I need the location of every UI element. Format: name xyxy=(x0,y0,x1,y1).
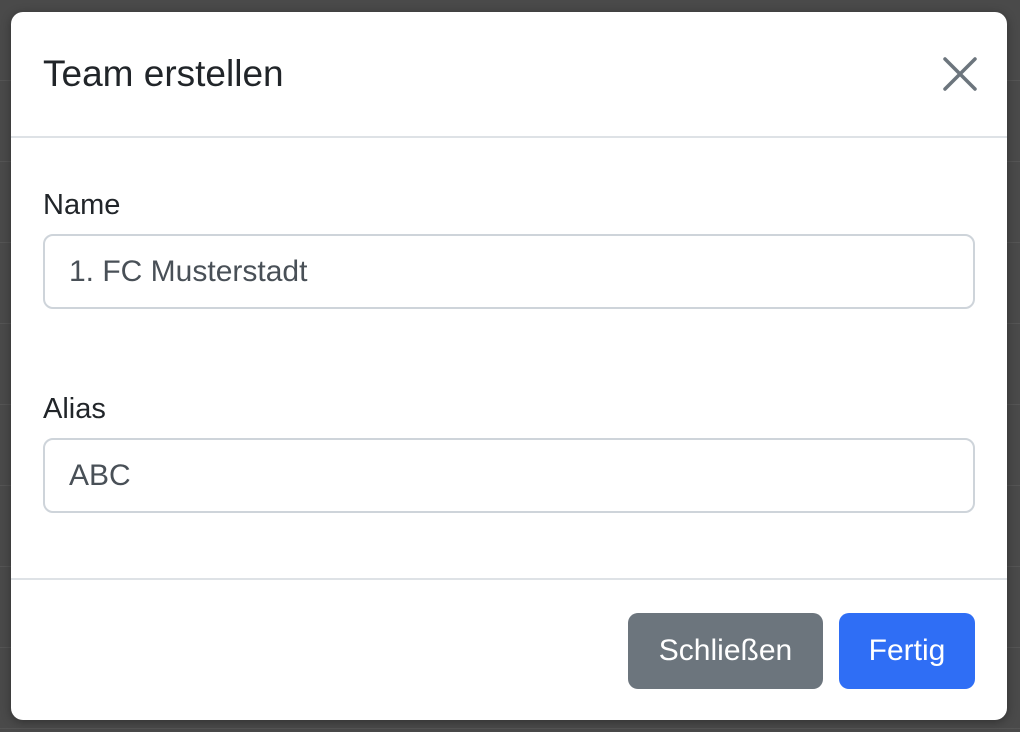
close-dialog-button[interactable]: Schließen xyxy=(628,613,823,689)
alias-input[interactable] xyxy=(43,438,975,513)
dialog-header: Team erstellen xyxy=(11,12,1007,138)
close-icon xyxy=(941,55,979,93)
name-input[interactable] xyxy=(43,234,975,309)
dialog-footer: Schließen Fertig xyxy=(11,578,1007,720)
name-label: Name xyxy=(43,189,121,221)
create-team-dialog: Team erstellen Name Alias Schließen Fert… xyxy=(11,12,1007,720)
dialog-title: Team erstellen xyxy=(43,53,284,94)
done-button[interactable]: Fertig xyxy=(839,613,975,689)
close-button[interactable] xyxy=(941,55,979,93)
dialog-body: Name Alias xyxy=(11,138,1007,578)
alias-label: Alias xyxy=(43,393,106,425)
